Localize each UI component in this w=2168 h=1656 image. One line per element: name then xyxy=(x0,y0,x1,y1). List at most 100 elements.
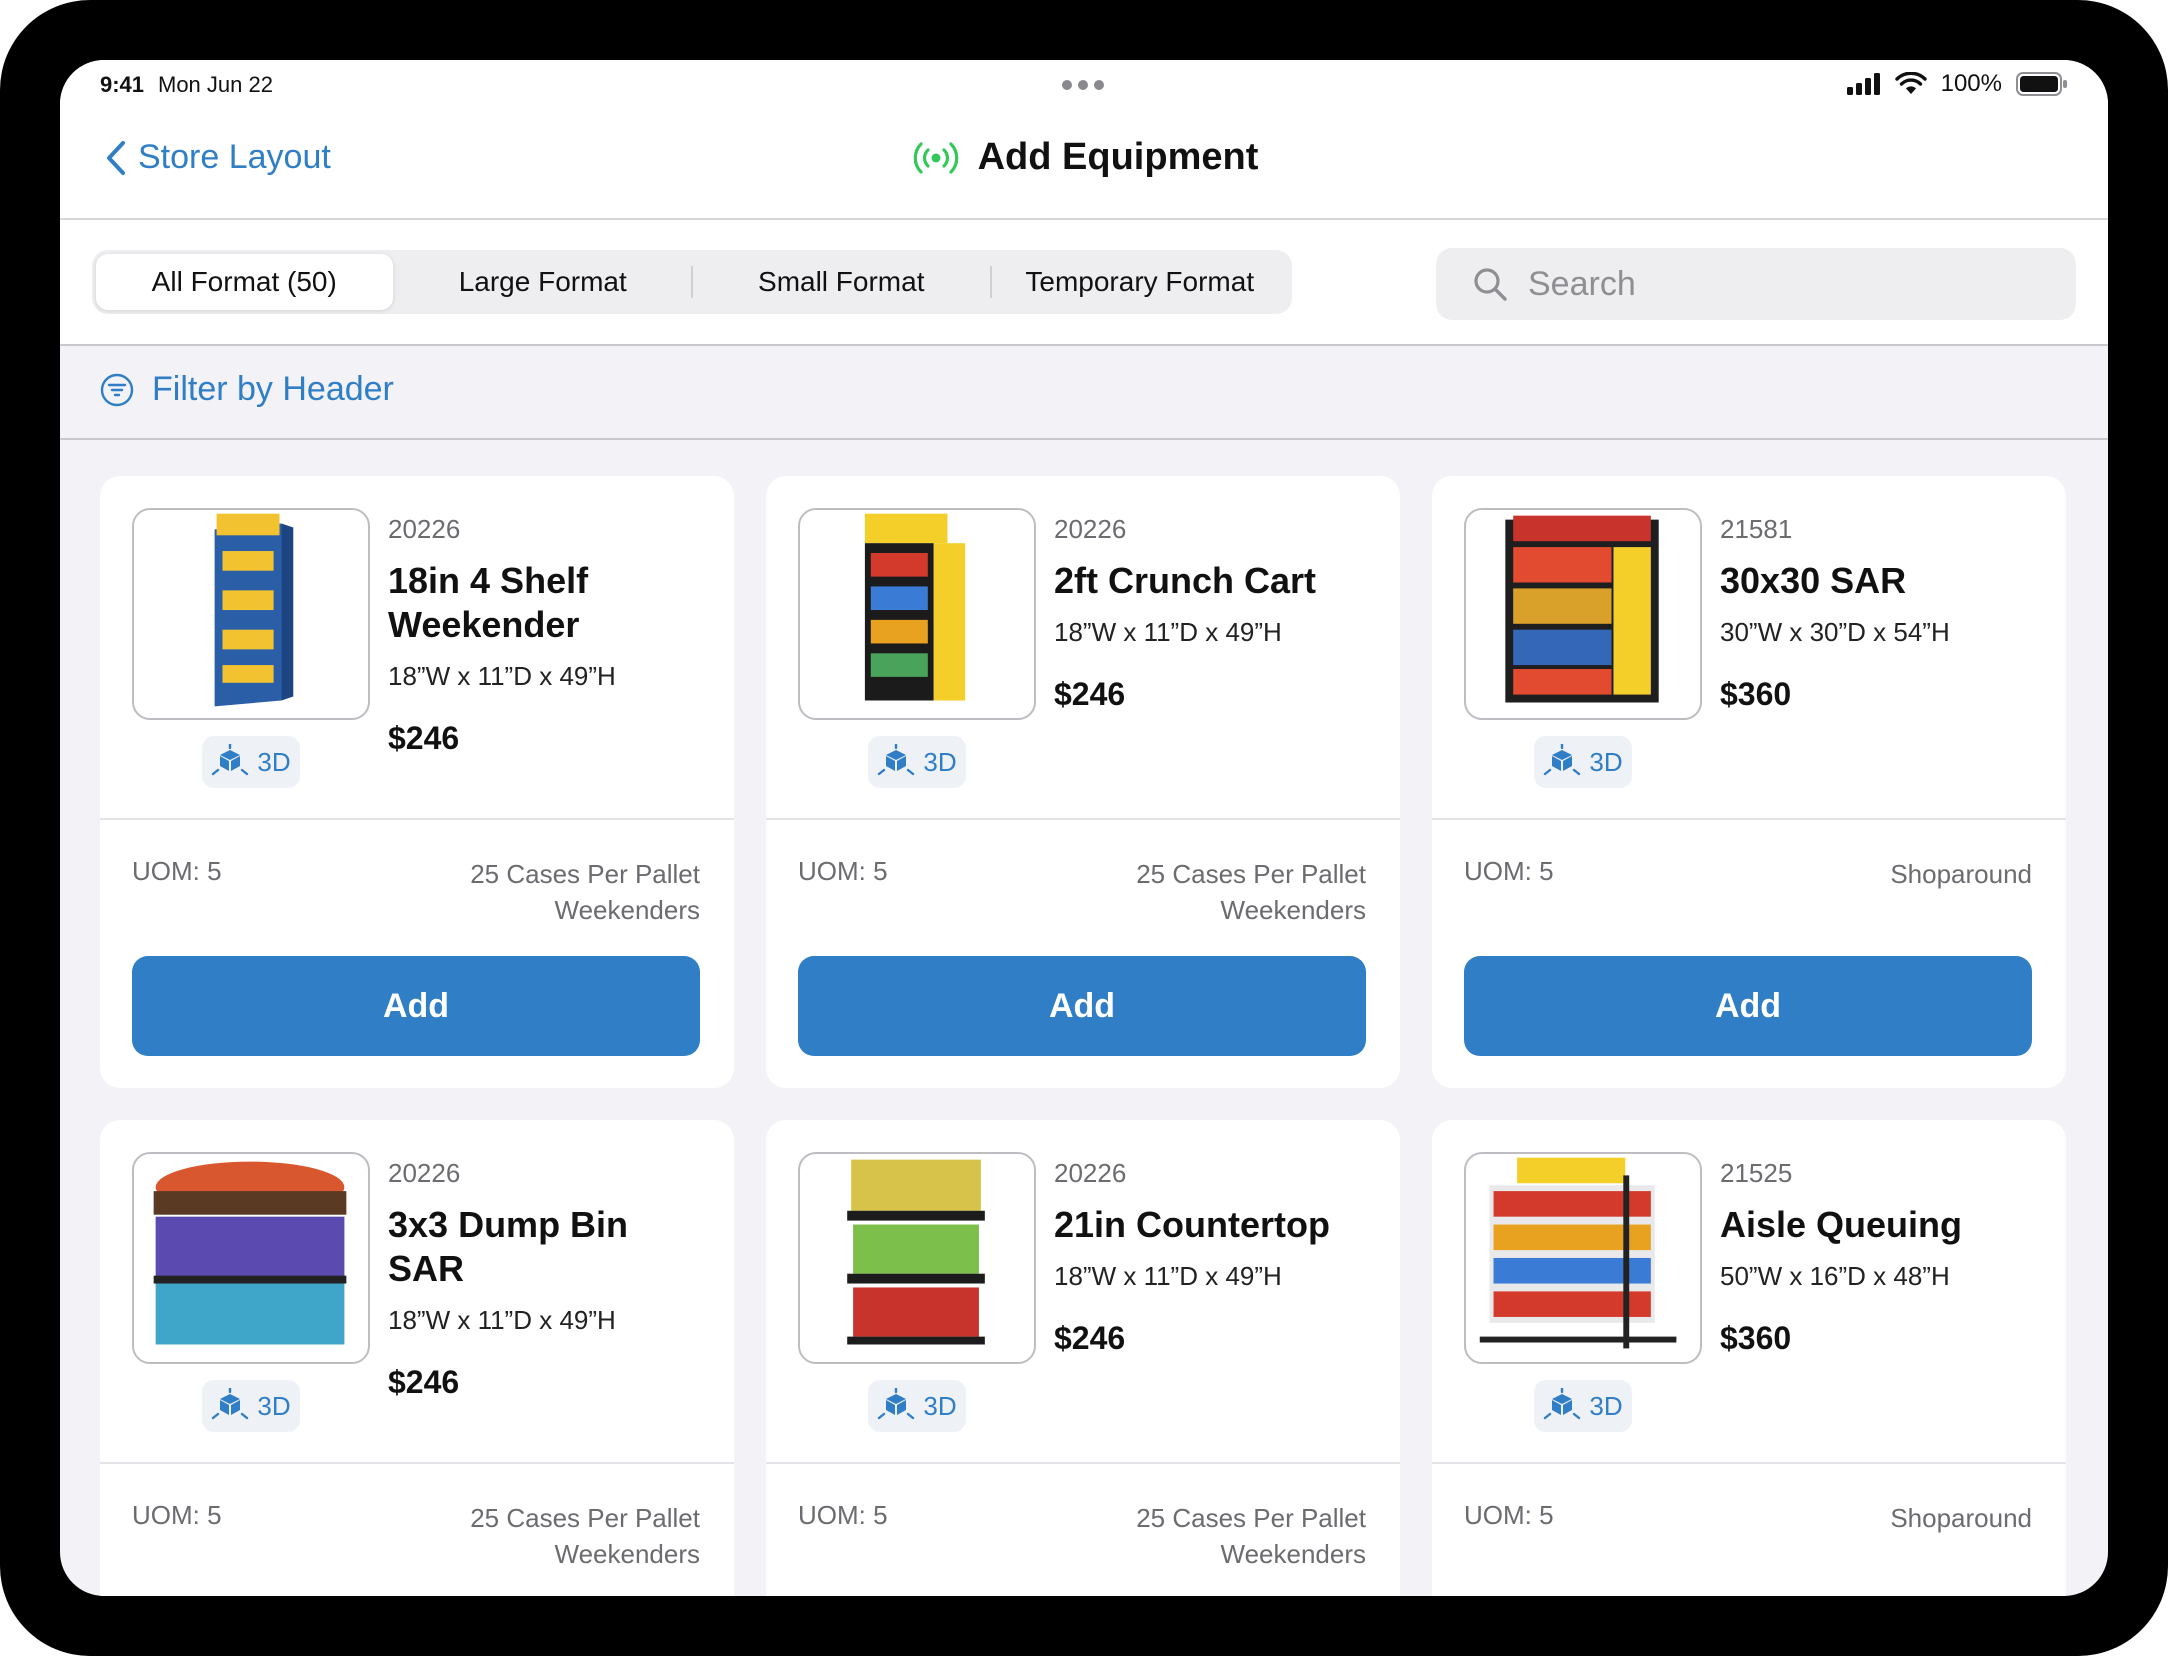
item-meta-line-1: Shoparound xyxy=(1890,859,2032,889)
navigation-bar: Store Layout Add Equipment xyxy=(60,108,2108,220)
equipment-grid: 3D 20226 18in 4 Shelf Weekender 18”W x 1… xyxy=(100,476,2070,1596)
equipment-card: 3D 20226 18in 4 Shelf Weekender 18”W x 1… xyxy=(100,476,734,1088)
item-uom: UOM: 5 xyxy=(1464,856,1554,886)
search-bar[interactable] xyxy=(1436,248,2076,320)
crunch-cart-display-image[interactable] xyxy=(798,508,1036,720)
weekender-display-image[interactable] xyxy=(132,508,370,720)
item-meta-line-2: Weekenders xyxy=(1220,1539,1367,1569)
view-3d-button[interactable]: 3D xyxy=(202,736,300,788)
item-dimensions: 18”W x 11”D x 49”H xyxy=(388,1305,616,1335)
equipment-card: 3D 20226 2ft Crunch Cart 18”W x 11”D x 4… xyxy=(766,476,1400,1088)
view-3d-label: 3D xyxy=(923,746,957,777)
search-input[interactable] xyxy=(1528,264,2048,304)
cube-3d-icon xyxy=(878,1388,915,1420)
view-3d-button[interactable]: 3D xyxy=(1534,736,1632,788)
wifi-icon xyxy=(1894,72,1927,94)
view-3d-label: 3D xyxy=(257,746,291,777)
cube-3d-icon xyxy=(1544,744,1581,776)
add-button[interactable]: Add xyxy=(1464,956,2032,1056)
filter-label: Filter by Header xyxy=(152,370,394,408)
sar-display-image[interactable] xyxy=(1464,508,1702,720)
view-3d-label: 3D xyxy=(257,1390,291,1421)
item-name: 18in 4 Shelf Weekender xyxy=(388,560,589,645)
item-meta-line-1: 25 Cases Per Pallet xyxy=(470,859,700,889)
item-price: $360 xyxy=(1720,676,1792,712)
item-uom: UOM: 5 xyxy=(132,1500,222,1530)
item-meta: 25 Cases Per Pallet Weekenders xyxy=(1136,856,1366,928)
item-meta: Shoparound xyxy=(1890,1500,2032,1536)
item-dimensions: 18”W x 11”D x 49”H xyxy=(388,661,616,691)
countertop-display-image[interactable] xyxy=(798,1152,1036,1364)
cube-3d-icon xyxy=(212,744,249,776)
battery-icon xyxy=(2016,72,2067,96)
view-3d-button[interactable]: 3D xyxy=(202,1380,300,1432)
item-uom: UOM: 5 xyxy=(132,856,222,886)
cellular-signal-icon xyxy=(1846,73,1880,95)
item-meta: Shoparound xyxy=(1890,856,2032,892)
segment-large-format[interactable]: Large Format xyxy=(395,254,692,310)
broadcast-signal-icon xyxy=(913,141,958,174)
nav-title-group: Add Equipment xyxy=(60,136,2108,179)
segment-all-format[interactable]: All Format (50) xyxy=(96,254,393,310)
add-button[interactable]: Add xyxy=(132,956,700,1056)
cube-3d-icon xyxy=(1544,1388,1581,1420)
item-code: 21581 xyxy=(1720,514,1793,544)
item-meta: 25 Cases Per Pallet Weekenders xyxy=(470,856,700,928)
search-icon xyxy=(1474,268,1507,301)
item-dimensions: 50”W x 16”D x 48”H xyxy=(1720,1261,1950,1291)
battery-percent: 100% xyxy=(1940,70,2002,97)
item-meta-line-2: Weekenders xyxy=(554,1539,701,1569)
item-code: 20226 xyxy=(388,1158,461,1188)
item-meta: 25 Cases Per Pallet Weekenders xyxy=(470,1500,700,1572)
add-button[interactable]: Add xyxy=(798,956,1366,1056)
item-name: 21in Countertop xyxy=(1054,1204,1330,1245)
item-price: $246 xyxy=(388,1364,460,1400)
item-uom: UOM: 5 xyxy=(1464,1500,1554,1530)
filter-by-header-button[interactable]: Filter by Header xyxy=(100,370,394,409)
item-meta-line-1: 25 Cases Per Pallet xyxy=(470,1503,700,1533)
item-meta-line-1: 25 Cases Per Pallet xyxy=(1136,859,1366,889)
view-3d-label: 3D xyxy=(1589,746,1623,777)
status-indicators: 100% xyxy=(1846,70,2068,98)
segment-small-format[interactable]: Small Format xyxy=(693,254,990,310)
item-dimensions: 18”W x 11”D x 49”H xyxy=(1054,1261,1282,1291)
view-3d-label: 3D xyxy=(1589,1390,1623,1421)
item-name: 30x30 SAR xyxy=(1720,560,1907,601)
equipment-card: 3D 21581 30x30 SAR 30”W x 30”D x 54”H $3… xyxy=(1432,476,2066,1088)
format-toolbar: All Format (50) Large Format Small Forma… xyxy=(60,220,2108,346)
item-meta: 25 Cases Per Pallet Weekenders xyxy=(1136,1500,1366,1572)
status-date: Mon Jun 22 xyxy=(158,72,273,97)
item-meta-line-2: Weekenders xyxy=(554,895,701,925)
view-3d-button[interactable]: 3D xyxy=(868,1380,966,1432)
view-3d-button[interactable]: 3D xyxy=(1534,1380,1632,1432)
item-meta-line-2: Weekenders xyxy=(1220,895,1367,925)
item-dimensions: 30”W x 30”D x 54”H xyxy=(1720,617,1950,647)
item-dimensions: 18”W x 11”D x 49”H xyxy=(1054,617,1282,647)
item-price: $246 xyxy=(1054,676,1126,712)
item-code: 20226 xyxy=(1054,1158,1127,1188)
cube-3d-icon xyxy=(212,1388,249,1420)
view-3d-label: 3D xyxy=(923,1390,957,1421)
item-price: $360 xyxy=(1720,1320,1792,1356)
status-bar: 9:41 Mon Jun 22 100% xyxy=(60,60,2108,108)
item-code: 20226 xyxy=(388,514,461,544)
item-meta-line-1: 25 Cases Per Pallet xyxy=(1136,1503,1366,1533)
dump-bin-display-image[interactable] xyxy=(132,1152,370,1364)
multitasking-dots-icon[interactable] xyxy=(1062,80,1104,90)
aisle-queuing-display-image[interactable] xyxy=(1464,1152,1702,1364)
item-name: 2ft Crunch Cart xyxy=(1054,560,1317,601)
equipment-card: 3D 20226 3x3 Dump Bin SAR 18”W x 11”D x … xyxy=(100,1120,734,1596)
item-price: $246 xyxy=(388,720,460,756)
item-meta-line-1: Shoparound xyxy=(1890,1503,2032,1533)
segment-temporary-format[interactable]: Temporary Format xyxy=(992,254,1289,310)
item-code: 20226 xyxy=(1054,514,1127,544)
page-title: Add Equipment xyxy=(977,136,1259,178)
item-name: 3x3 Dump Bin SAR xyxy=(388,1204,629,1289)
filter-icon xyxy=(100,373,134,406)
item-uom: UOM: 5 xyxy=(798,856,888,886)
view-3d-button[interactable]: 3D xyxy=(868,736,966,788)
status-time: 9:41 xyxy=(100,72,145,97)
item-price: $246 xyxy=(1054,1320,1126,1356)
equipment-card: 3D 21525 Aisle Queuing 50”W x 16”D x 48”… xyxy=(1432,1120,2066,1596)
item-code: 21525 xyxy=(1720,1158,1793,1188)
